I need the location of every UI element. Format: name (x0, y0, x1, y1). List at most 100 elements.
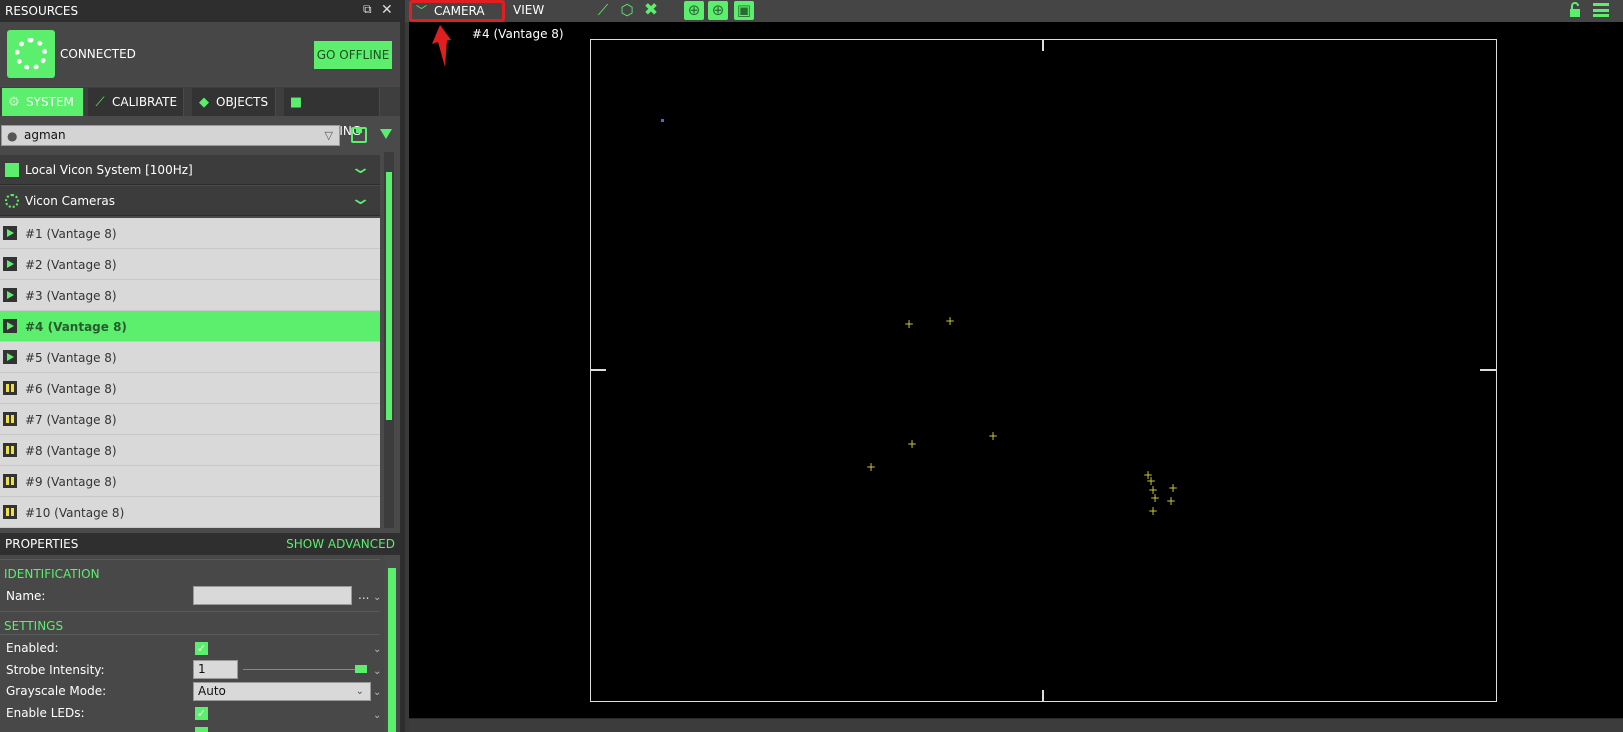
undock-icon[interactable]: ⧉ (363, 2, 372, 17)
camera-group-icon (5, 194, 19, 208)
marker-cross: + (988, 429, 999, 443)
camera-row[interactable]: #6 (Vantage 8) (0, 373, 380, 404)
chevron-down-icon[interactable]: ⌄ (373, 687, 381, 698)
properties-scrollbar[interactable] (388, 568, 396, 732)
name-label: Name: (6, 589, 46, 603)
chevron-down-icon[interactable]: ⌄ (349, 157, 372, 178)
marker-cross: + (945, 314, 956, 328)
enable-leds-label: Enable LEDs: (6, 706, 85, 720)
properties-title: PROPERTIES (5, 537, 79, 551)
sensor-frame (590, 39, 1497, 702)
crosshair-icon[interactable]: ⊕ (708, 1, 728, 20)
camera-label: #4 (Vantage 8) (25, 320, 127, 334)
camera-row[interactable]: #7 (Vantage 8) (0, 404, 380, 435)
strobe-slider-thumb[interactable] (355, 665, 367, 673)
pause-icon (3, 381, 17, 395)
camera-list: #1 (Vantage 8) #2 (Vantage 8) #3 (Vantag… (0, 218, 380, 528)
divider (0, 634, 380, 635)
connection-status: CONNECTED (60, 47, 136, 61)
frame-tick-bottom (1042, 690, 1044, 702)
chevron-down-icon[interactable]: ⌄ (373, 592, 381, 603)
chevron-down-icon: ﹀ (416, 4, 427, 17)
user-select-value: agman (24, 128, 66, 142)
chevron-down-icon: ⌄ (355, 686, 364, 697)
camera-label: #2 (Vantage 8) (25, 258, 117, 272)
go-offline-button[interactable]: GO OFFLINE (314, 41, 392, 69)
local-system-row[interactable]: Local Vicon System [100Hz] ⌄ (0, 155, 380, 185)
filter-icon[interactable] (380, 129, 392, 139)
camera-row[interactable]: #1 (Vantage 8) (0, 218, 380, 249)
name-ellipsis-button[interactable]: ... (358, 588, 369, 602)
marker-cross: + (1150, 491, 1161, 505)
user-select[interactable]: ● agman ▽ (1, 125, 340, 146)
system-icon (5, 163, 19, 177)
camera-row[interactable]: #2 (Vantage 8) (0, 249, 380, 280)
viewport-bottom-bar[interactable] (409, 718, 1623, 732)
vicon-cameras-label: Vicon Cameras (25, 194, 115, 208)
marker-cross: + (1166, 494, 1177, 508)
tab-calibrate[interactable]: ⟋ CALIBRATE (88, 88, 184, 116)
divider (0, 559, 380, 560)
tab-system[interactable]: ⚙ SYSTEM (2, 88, 84, 116)
chevron-down-icon[interactable]: ⌄ (349, 188, 372, 209)
properties-header: PROPERTIES SHOW ADVANCED (0, 533, 400, 555)
camera-list-scroll-thumb[interactable] (386, 172, 392, 420)
chevron-down-icon: ▽ (324, 129, 333, 142)
strobe-slider-track[interactable] (243, 669, 367, 670)
camera-label: #3 (Vantage 8) (25, 289, 117, 303)
enable-leds-checkbox[interactable]: ✓ (195, 707, 208, 720)
name-field[interactable] (193, 586, 352, 605)
vicon-logo-icon (7, 30, 55, 78)
hamburger-menu-icon[interactable] (1593, 3, 1609, 17)
settings-section: SETTINGS (4, 619, 64, 633)
grayscale-mode-label: Grayscale Mode: (6, 684, 107, 698)
view-menu-button[interactable]: VIEW (513, 3, 544, 17)
camera-row[interactable]: #3 (Vantage 8) (0, 280, 380, 311)
resources-title: RESOURCES (5, 4, 79, 18)
grayscale-mode-select[interactable]: Auto ⌄ (193, 682, 371, 701)
play-icon (3, 319, 17, 333)
show-advanced-link[interactable]: SHOW ADVANCED (286, 537, 395, 551)
play-icon (3, 288, 17, 302)
vicon-cameras-row[interactable]: Vicon Cameras ⌄ (0, 186, 380, 216)
target-icon[interactable]: ⊕ (684, 1, 704, 20)
cube-icon[interactable]: ⬡ (617, 1, 637, 20)
camera-label: #9 (Vantage 8) (25, 475, 117, 489)
frame-tick-left (590, 369, 606, 371)
wand-icon[interactable]: ⟋ (593, 1, 613, 20)
enabled-checkbox[interactable]: ✓ (195, 642, 208, 655)
camera-row-selected[interactable]: #4 (Vantage 8) (0, 311, 380, 342)
camera-label: #1 (Vantage 8) (25, 227, 117, 241)
save-icon[interactable] (351, 127, 367, 143)
marker-cross: + (907, 437, 918, 451)
camera-menu-label: CAMERA (434, 4, 485, 18)
marker-cross: + (904, 317, 915, 331)
play-icon (3, 350, 17, 364)
chevron-down-icon[interactable]: ⌄ (373, 644, 381, 655)
camera-row[interactable]: #8 (Vantage 8) (0, 435, 380, 466)
close-icon[interactable]: ✕ (381, 2, 393, 18)
strobe-intensity-field[interactable]: 1 (193, 660, 238, 679)
gear-icon: ⚙ (8, 95, 20, 110)
close-icon[interactable]: ✖ (641, 1, 661, 20)
camera-row[interactable]: #10 (Vantage 8) (0, 497, 380, 528)
chevron-down-icon[interactable]: ⌄ (373, 666, 381, 677)
frame-tick-top (1042, 39, 1044, 51)
pause-icon (3, 443, 17, 457)
resources-header: RESOURCES ⧉ ✕ (0, 0, 400, 22)
properties-panel: IDENTIFICATION Name: ... ⌄ SETTINGS Enab… (0, 555, 385, 732)
lock-icon[interactable] (1569, 2, 1581, 18)
frame-tick-right (1480, 369, 1497, 371)
video-camera-icon: ■ (289, 95, 303, 110)
camera-row[interactable]: #9 (Vantage 8) (0, 466, 380, 497)
pause-icon (3, 474, 17, 488)
checkbox[interactable] (195, 727, 208, 732)
enabled-label: Enabled: (6, 641, 59, 655)
camera-menu-button[interactable]: ﹀ CAMERA (409, 0, 505, 22)
tab-recording[interactable]: ■RECORDING (284, 88, 380, 138)
chevron-down-icon[interactable]: ⌄ (373, 710, 381, 721)
frame-icon[interactable]: ▣ (734, 1, 754, 20)
identification-section: IDENTIFICATION (4, 567, 100, 581)
camera-row[interactable]: #5 (Vantage 8) (0, 342, 380, 373)
tab-objects[interactable]: ◆ OBJECTS (192, 88, 276, 116)
